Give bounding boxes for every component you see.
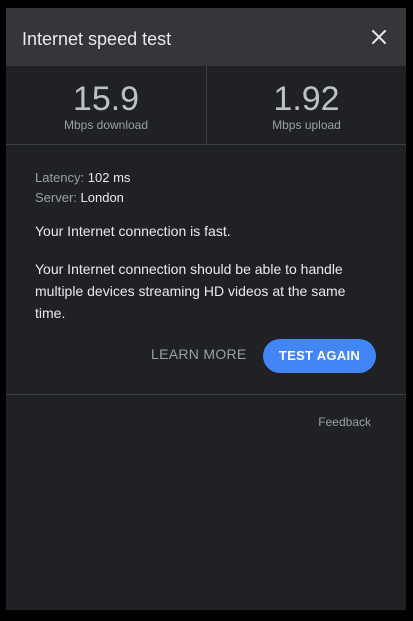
feedback-link[interactable]: Feedback (318, 415, 371, 429)
latency-label: Latency: (35, 170, 85, 185)
connection-description: Your Internet connection should be able … (35, 261, 346, 321)
download-value: 15.9 (72, 80, 140, 118)
latency-value: 102 ms (87, 170, 131, 185)
speed-test-dialog: Internet speed test 15.9 Mbps download 1… (6, 8, 406, 610)
test-again-button[interactable]: TEST AGAIN (263, 339, 376, 373)
download-label: Mbps download (63, 118, 149, 132)
dialog-title: Internet speed test (22, 29, 172, 49)
connection-summary: Your Internet connection is fast. (35, 223, 231, 239)
download-metric: 15.9 Mbps download (6, 66, 206, 144)
upload-value: 1.92 (273, 80, 340, 118)
test-details: Latency: 102 ms Server: London (35, 168, 380, 208)
upload-label: Mbps upload (272, 118, 341, 132)
close-icon (372, 30, 386, 44)
server-label: Server: (35, 190, 77, 205)
speed-metrics: 15.9 Mbps download 1.92 Mbps upload (6, 66, 406, 145)
latency-row: Latency: 102 ms (35, 168, 380, 188)
server-row: Server: London (35, 188, 380, 208)
close-button[interactable] (370, 28, 388, 46)
footer-divider (6, 394, 406, 395)
server-value: London (80, 190, 124, 205)
dialog-header: Internet speed test (6, 8, 406, 66)
upload-metric: 1.92 Mbps upload (206, 66, 406, 144)
learn-more-button[interactable]: LEARN MORE (151, 346, 247, 362)
